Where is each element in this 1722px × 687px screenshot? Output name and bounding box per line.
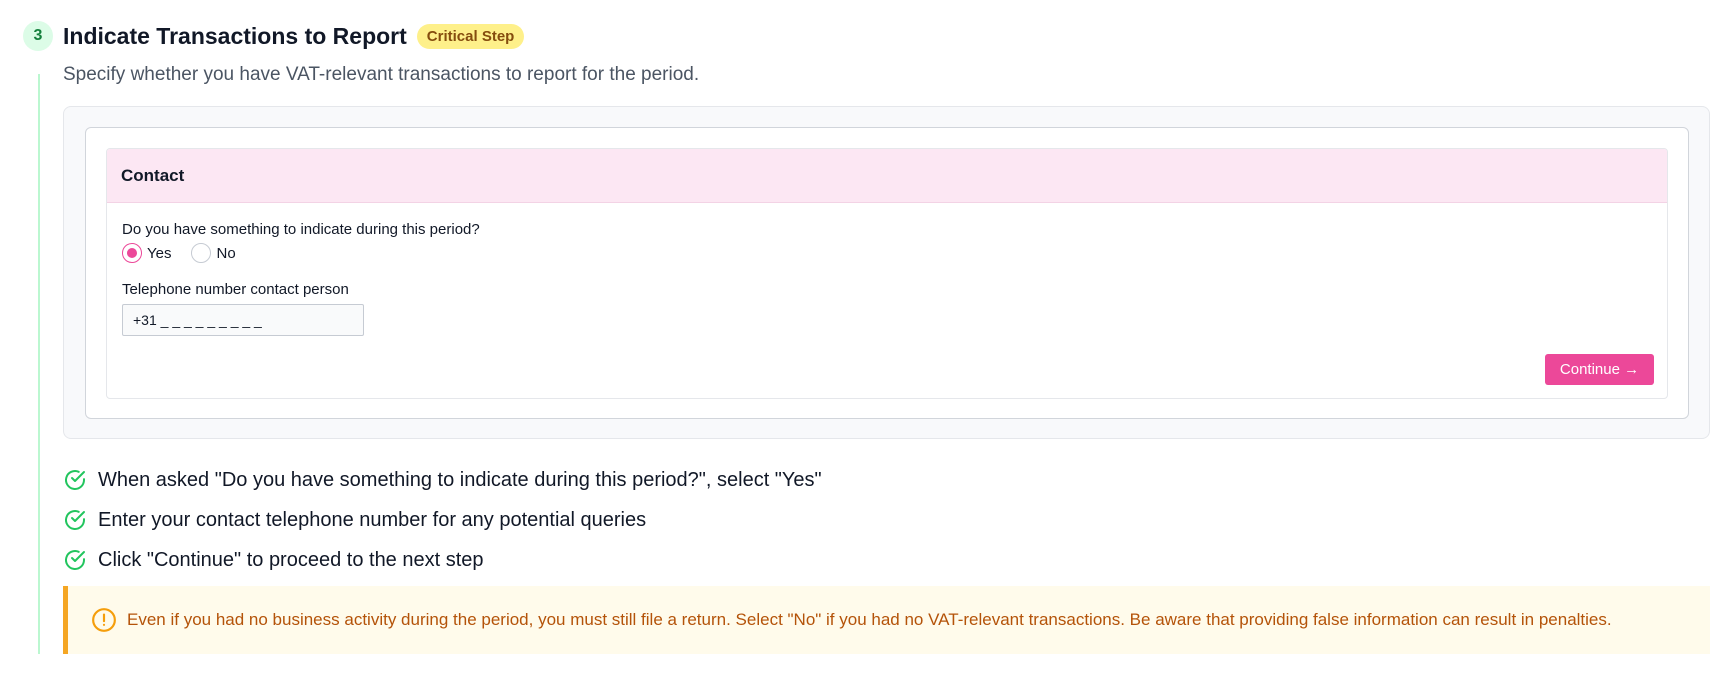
step-timeline-line bbox=[38, 74, 40, 654]
step-title: Indicate Transactions to Report bbox=[63, 22, 407, 49]
step-header: 3 Indicate Transactions to Report Critic… bbox=[23, 18, 525, 54]
step-description: Specify whether you have VAT-relevant tr… bbox=[63, 64, 700, 85]
warning-text: Even if you had no business activity dur… bbox=[127, 610, 1612, 629]
indicate-radio-group: Yes No bbox=[122, 243, 256, 263]
contact-form-card: Contact Do you have something to indicat… bbox=[106, 148, 1668, 399]
screenshot-preview-frame: Contact Do you have something to indicat… bbox=[63, 106, 1710, 439]
checklist-item: When asked "Do you have something to ind… bbox=[63, 460, 822, 500]
radio-no[interactable] bbox=[191, 243, 212, 263]
instruction-checklist: When asked "Do you have something to ind… bbox=[63, 460, 822, 580]
checklist-item: Enter your contact telephone number for … bbox=[63, 500, 822, 540]
checklist-item-text: Click "Continue" to proceed to the next … bbox=[98, 548, 484, 571]
critical-step-badge: Critical Step bbox=[416, 23, 525, 49]
radio-yes-label[interactable]: Yes bbox=[147, 245, 171, 262]
preview-window: Contact Do you have something to indicat… bbox=[85, 127, 1689, 419]
radio-no-label[interactable]: No bbox=[216, 245, 235, 262]
circle-check-icon bbox=[65, 510, 85, 530]
contact-section-title: Contact bbox=[107, 149, 1667, 203]
continue-button[interactable]: Continue → bbox=[1545, 354, 1654, 385]
checklist-item: Click "Continue" to proceed to the next … bbox=[63, 540, 822, 580]
step-number-badge: 3 bbox=[23, 21, 53, 51]
circle-check-icon bbox=[65, 550, 85, 570]
circle-check-icon bbox=[65, 470, 85, 490]
indicate-question-label: Do you have something to indicate during… bbox=[122, 221, 480, 238]
checklist-item-text: Enter your contact telephone number for … bbox=[98, 508, 647, 531]
radio-yes[interactable] bbox=[122, 243, 142, 263]
telephone-input[interactable] bbox=[122, 304, 364, 336]
checklist-item-text: When asked "Do you have something to ind… bbox=[98, 468, 822, 491]
warning-callout: Even if you had no business activity dur… bbox=[63, 586, 1710, 654]
telephone-label: Telephone number contact person bbox=[122, 281, 349, 298]
alert-circle-icon bbox=[92, 608, 116, 632]
